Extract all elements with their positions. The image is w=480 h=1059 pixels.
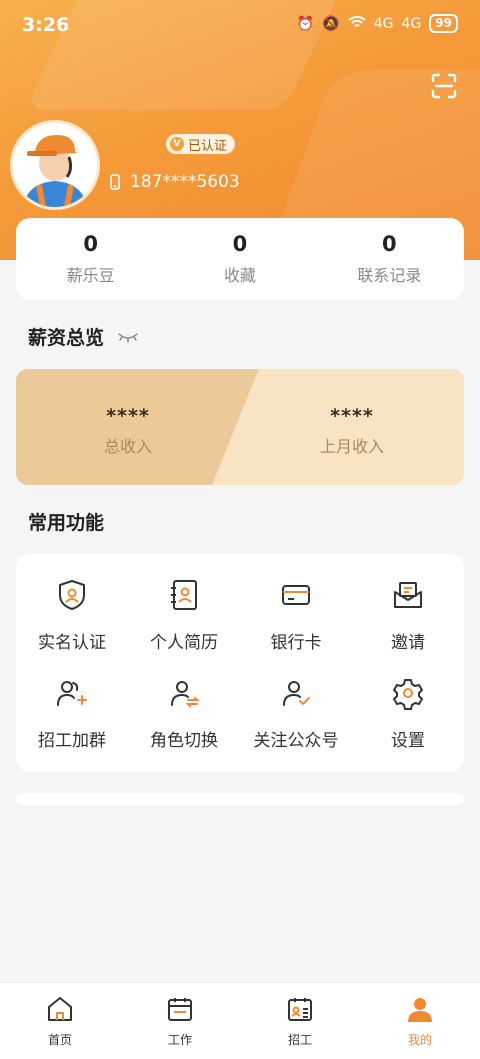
group-add-icon	[57, 681, 87, 706]
tab-label: 工作	[167, 1033, 192, 1047]
function-resume[interactable]: 个人简历	[128, 578, 240, 653]
function-label: 角色切换	[150, 731, 218, 751]
stat-label: 收藏	[223, 266, 256, 285]
function-settings[interactable]: 设置	[352, 676, 464, 751]
contact-book-icon	[171, 580, 197, 610]
functions-title: 常用功能	[28, 512, 105, 534]
function-label: 设置	[391, 731, 425, 751]
salary-total: **** 总收入	[16, 405, 240, 457]
status-time: 3:26	[22, 14, 70, 36]
tab-home[interactable]: 首页	[0, 983, 120, 1059]
status-bar: 3:26 ⏰ 🔕 4G 4G 99	[0, 0, 480, 48]
signal-label: 4G	[401, 15, 422, 32]
function-bank-card[interactable]: 银行卡	[240, 578, 352, 653]
function-real-name[interactable]: 实名认证	[16, 578, 128, 653]
person-icon	[408, 998, 432, 1022]
stat-favorites[interactable]: 0 收藏	[165, 218, 314, 300]
stat-value: 0	[83, 232, 98, 256]
verified-label: 已认证	[188, 138, 228, 154]
signal-label: 4G	[373, 15, 394, 32]
function-label: 邀请	[391, 633, 425, 653]
shield-user-icon	[59, 580, 85, 610]
salary-section-title: 薪资总览	[28, 323, 138, 350]
home-icon	[48, 997, 72, 1021]
tab-work[interactable]: 工作	[120, 983, 240, 1059]
function-follow-account[interactable]: 关注公众号	[240, 676, 352, 751]
phone-row: 187****5603	[110, 172, 240, 192]
verified-badge: V 已认证	[166, 134, 236, 154]
function-label: 招工加群	[38, 731, 106, 751]
salary-title: 薪资总览	[28, 327, 105, 349]
bottom-tab-bar: 首页 工作 招工 我的	[0, 982, 480, 1059]
salary-last-month: **** 上月收入	[240, 405, 464, 457]
scan-icon[interactable]	[430, 72, 458, 100]
stat-contacts[interactable]: 0 联系记录	[315, 218, 464, 300]
salary-total-label: 总收入	[103, 437, 152, 456]
gear-icon	[393, 679, 423, 710]
phone-number: 187****5603	[130, 172, 240, 192]
content-card-placeholder	[16, 793, 464, 805]
stat-value: 0	[382, 232, 397, 256]
stat-value: 0	[232, 232, 248, 256]
function-invite[interactable]: 邀请	[352, 578, 464, 653]
invite-mail-icon	[394, 582, 422, 608]
function-group-recruit[interactable]: 招工加群	[16, 676, 128, 751]
wifi-icon	[348, 15, 366, 33]
stat-label: 联系记录	[357, 266, 422, 285]
salary-last-month-value: ****	[330, 405, 374, 427]
calendar-icon	[168, 998, 192, 1021]
tab-label: 我的	[407, 1033, 432, 1047]
tab-mine[interactable]: 我的	[360, 983, 480, 1059]
role-switch-icon	[171, 681, 200, 707]
function-label: 实名认证	[38, 633, 106, 653]
functions-card: 实名认证 个人简历 银行卡 邀请 招工加群 角色切换 关注公众号 设置	[16, 554, 464, 772]
function-label: 个人简历	[150, 633, 218, 653]
verified-icon: V	[170, 137, 184, 151]
tab-label: 首页	[47, 1033, 72, 1047]
stat-label: 薪乐豆	[66, 266, 115, 285]
status-icons: ⏰ 🔕 4G 4G 99	[297, 14, 458, 33]
salary-last-month-label: 上月收入	[319, 437, 384, 456]
mute-icon: 🔕	[322, 15, 340, 32]
stats-card: 0 薪乐豆 0 收藏 0 联系记录	[16, 218, 464, 300]
avatar[interactable]	[10, 120, 100, 210]
phone-icon	[110, 174, 120, 190]
follow-user-icon	[283, 681, 310, 706]
function-label: 银行卡	[270, 633, 322, 653]
tab-recruit[interactable]: 招工	[240, 983, 360, 1059]
salary-total-value: ****	[106, 405, 150, 427]
stat-beans[interactable]: 0 薪乐豆	[16, 218, 165, 300]
bank-card-icon	[282, 585, 310, 605]
recruit-board-icon	[288, 998, 312, 1021]
salary-overview-card[interactable]: **** 总收入 **** 上月收入	[16, 369, 464, 485]
function-label: 关注公众号	[253, 731, 339, 751]
eye-closed-icon[interactable]	[118, 331, 138, 343]
tab-label: 招工	[287, 1033, 312, 1047]
battery-indicator: 99	[429, 14, 458, 33]
function-role-switch[interactable]: 角色切换	[128, 676, 240, 751]
alarm-icon: ⏰	[296, 15, 315, 32]
